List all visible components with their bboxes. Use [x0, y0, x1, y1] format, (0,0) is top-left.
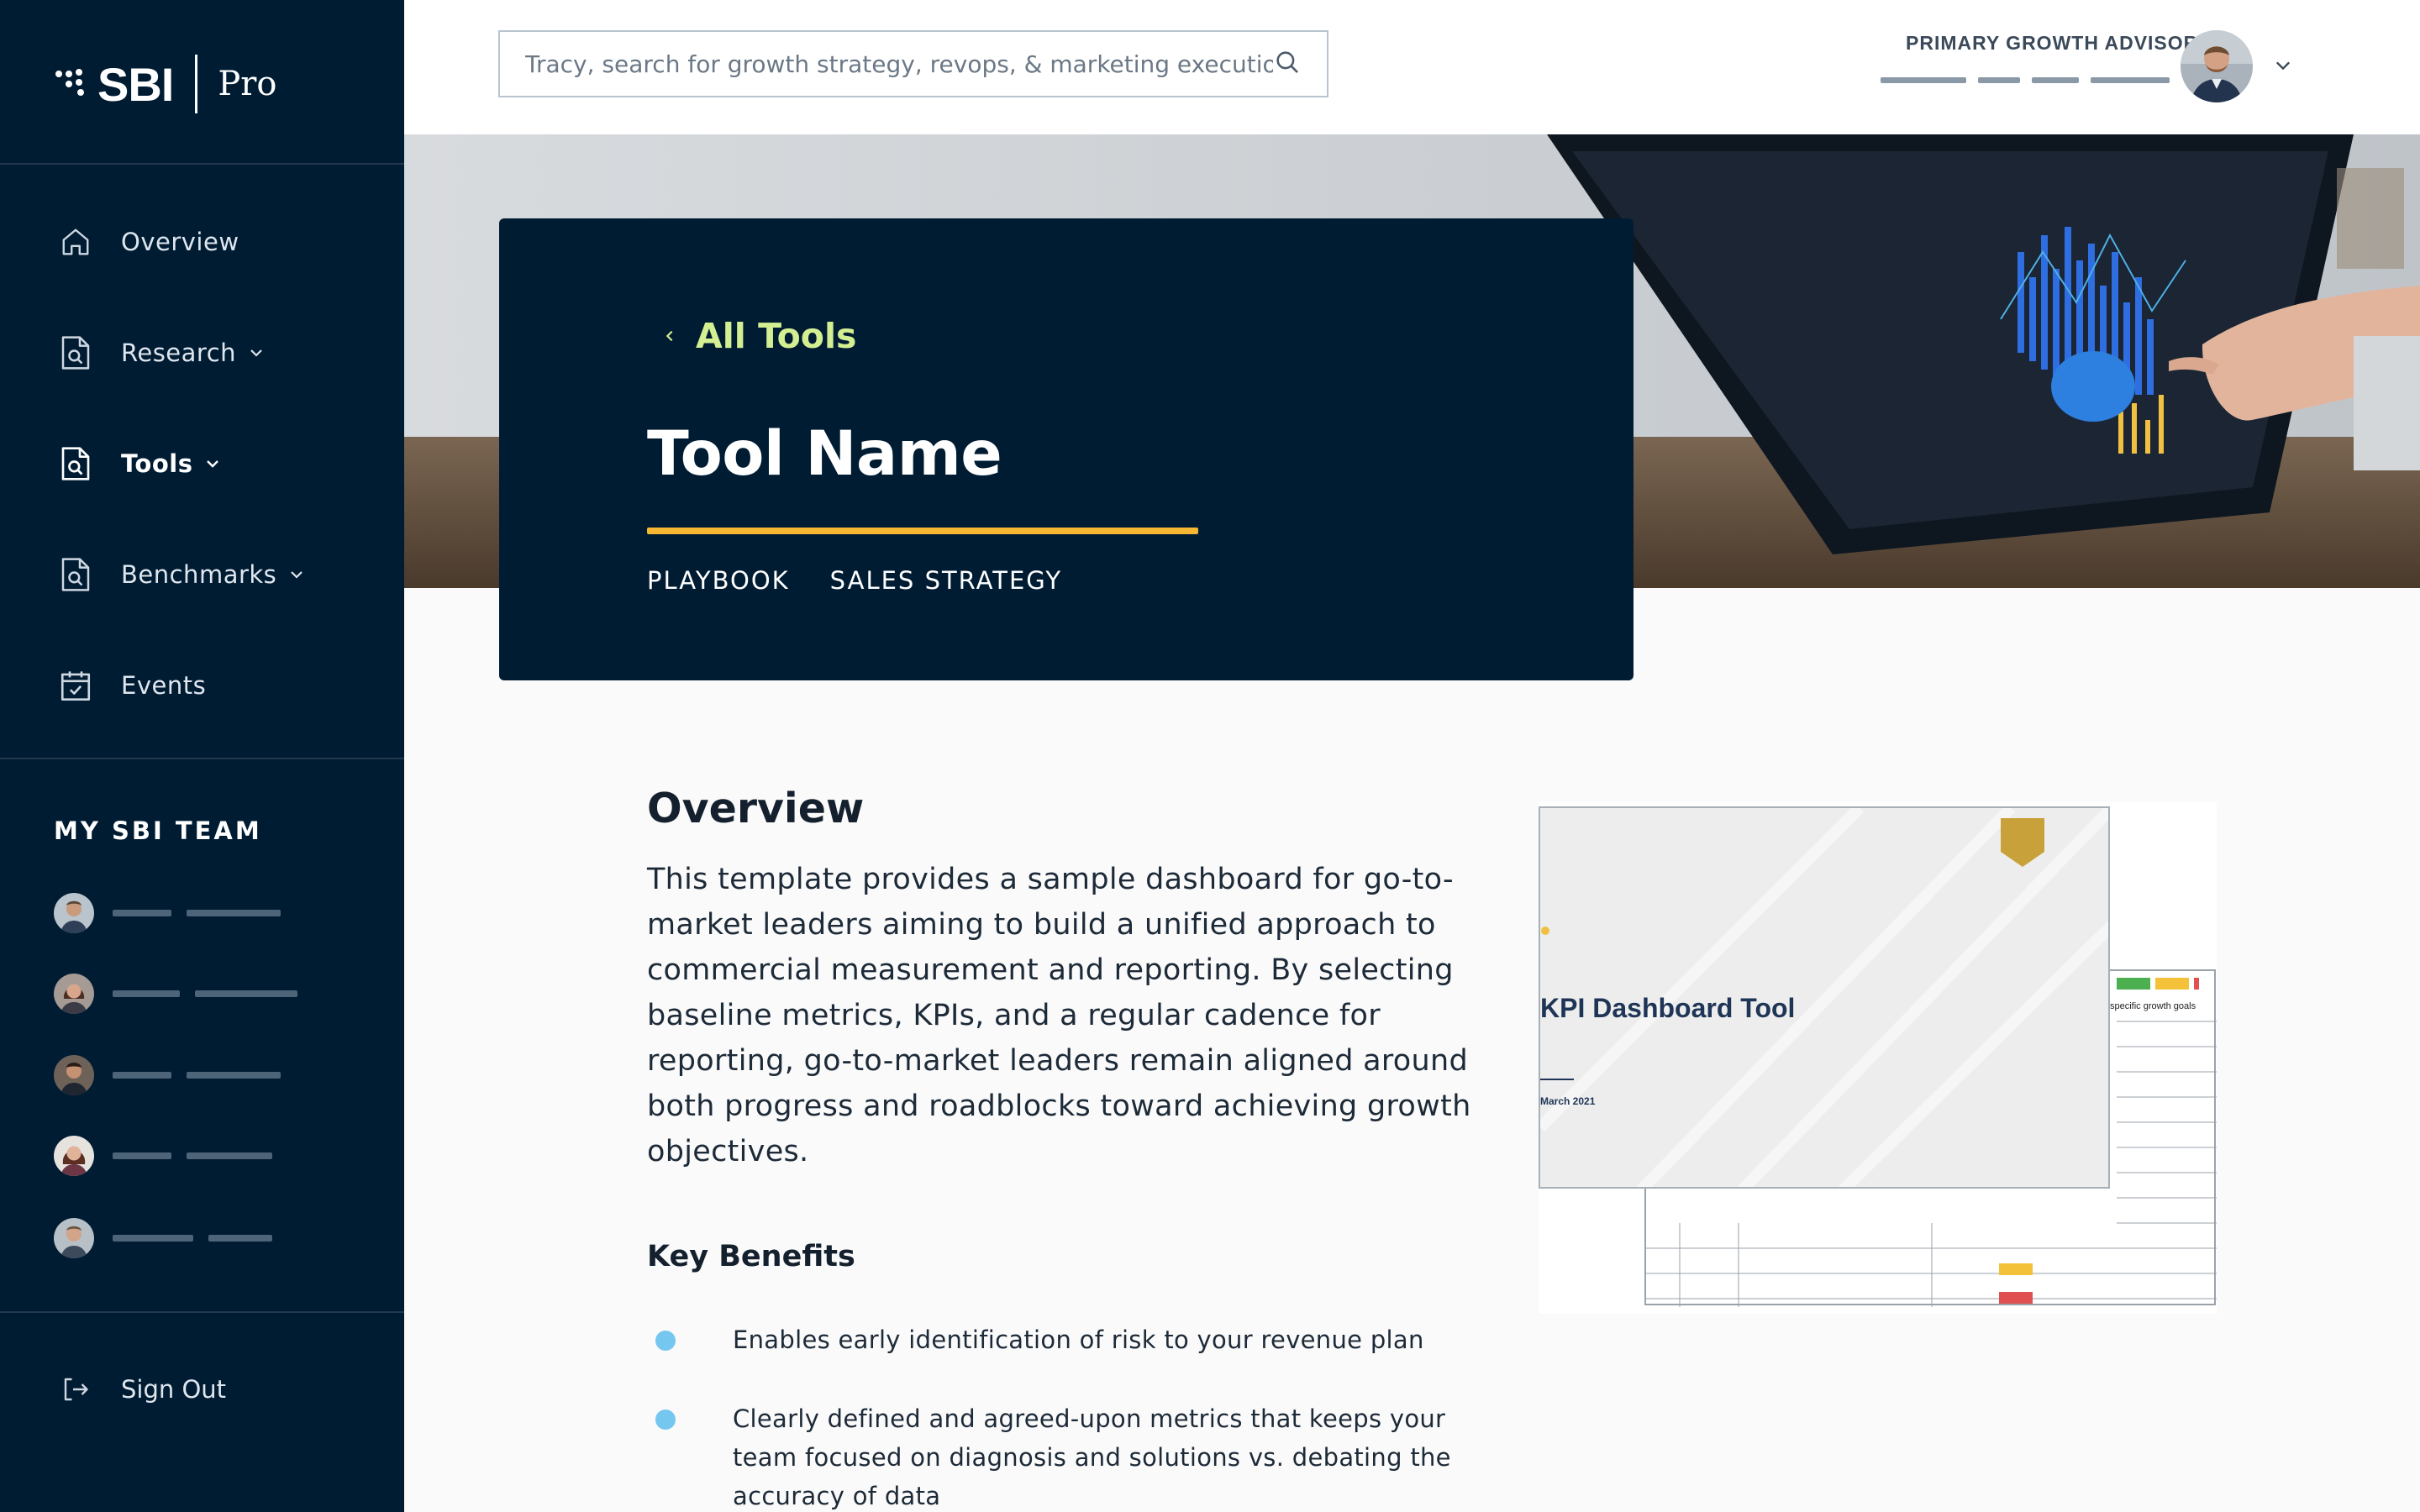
logo-text: SBI: [97, 57, 174, 111]
tool-tags: PLAYBOOK SALES STRATEGY: [647, 566, 1062, 595]
avatar: [54, 1136, 94, 1176]
sidebar: SBI Pro Overview Research Tools Benchmar…: [0, 0, 404, 1512]
benefit-text: Enables early identification of risk to …: [733, 1326, 1424, 1354]
avatar: [54, 893, 94, 933]
team-member-name-placeholder: [113, 910, 171, 916]
team-member-name-placeholder: [113, 1152, 171, 1159]
top-bar: PRIMARY GROWTH ADVISOR: [404, 0, 2420, 134]
preview-cover-title: KPI Dashboard Tool: [1540, 993, 1796, 1023]
team-member-name-placeholder: [113, 990, 180, 997]
sidebar-divider: [0, 1311, 404, 1313]
sidebar-item-label: Benchmarks: [121, 560, 277, 589]
sidebar-item-research[interactable]: Research: [54, 328, 268, 378]
home-icon: [54, 220, 97, 264]
bullet-icon: [655, 1331, 676, 1351]
calendar-check-icon: [54, 664, 97, 707]
team-member[interactable]: [54, 1216, 272, 1260]
search-icon[interactable]: [1273, 48, 1302, 80]
document-search-icon: [54, 331, 97, 375]
sidebar-item-overview[interactable]: Overview: [54, 217, 239, 267]
preview-sheet-caption: specific growth goals: [2110, 1001, 2196, 1011]
all-tools-label: All Tools: [696, 316, 857, 356]
chevron-down-icon[interactable]: [201, 452, 224, 475]
bullet-icon: [655, 1410, 676, 1430]
report-cover-preview: KPI Dashboard Tool March 2021: [1539, 806, 2110, 1189]
sign-out-label: Sign Out: [121, 1375, 227, 1404]
sign-out-button[interactable]: Sign Out: [54, 1364, 226, 1415]
sidebar-item-tools[interactable]: Tools: [54, 438, 224, 489]
preview-cover-date: March 2021: [1540, 1095, 1596, 1107]
logo-dots-icon: [54, 66, 91, 102]
sidebar-item-benchmarks[interactable]: Benchmarks: [54, 549, 308, 600]
all-tools-back-link[interactable]: All Tools: [657, 316, 856, 356]
sidebar-item-events[interactable]: Events: [54, 660, 206, 711]
advisor-name-placeholder: [1881, 77, 2170, 83]
sidebar-divider: [0, 163, 404, 165]
avatar: [54, 1055, 94, 1095]
search-input[interactable]: [525, 50, 1273, 78]
overview-heading: Overview: [647, 785, 865, 832]
advisor-avatar[interactable]: [2181, 30, 2253, 102]
chevron-left-icon: [657, 323, 682, 349]
team-member[interactable]: [54, 891, 281, 935]
team-member[interactable]: [54, 1053, 281, 1097]
tag-sales-strategy[interactable]: SALES STRATEGY: [830, 566, 1062, 595]
chevron-down-icon[interactable]: [245, 341, 268, 365]
logo-product: Pro: [218, 65, 277, 103]
search-box[interactable]: [498, 30, 1328, 97]
avatar: [54, 974, 94, 1014]
team-member[interactable]: [54, 972, 297, 1016]
document-search-icon: [54, 442, 97, 486]
chevron-down-icon[interactable]: [285, 563, 308, 586]
avatar: [54, 1218, 94, 1258]
team-member-name-placeholder: [113, 1235, 193, 1242]
team-member-name-placeholder: [113, 1072, 171, 1079]
benefit-item: Clearly defined and agreed-upon metrics …: [655, 1399, 1462, 1512]
team-member-role-placeholder: [208, 1235, 272, 1242]
benefit-item: Enables early identification of risk to …: [655, 1320, 1462, 1359]
sbi-pro-logo[interactable]: SBI Pro: [54, 50, 323, 118]
team-member-role-placeholder: [187, 1072, 281, 1079]
logo-divider: [195, 55, 198, 113]
team-member-role-placeholder: [187, 910, 281, 916]
sign-out-icon: [54, 1368, 97, 1411]
key-benefits-heading: Key Benefits: [647, 1240, 855, 1273]
advisor-label: PRIMARY GROWTH ADVISOR: [1906, 32, 2199, 54]
team-member[interactable]: [54, 1134, 272, 1178]
team-section-title: MY SBI TEAM: [54, 816, 262, 845]
benefit-text: Clearly defined and agreed-upon metrics …: [733, 1404, 1451, 1510]
sidebar-divider: [0, 758, 404, 759]
overview-description: This template provides a sample dashboar…: [647, 863, 1471, 1168]
sidebar-item-label: Research: [121, 339, 237, 367]
sidebar-item-label: Tools: [121, 449, 193, 478]
title-underline: [647, 528, 1198, 534]
document-search-icon: [54, 553, 97, 596]
sidebar-item-label: Overview: [121, 228, 239, 256]
chevron-down-icon[interactable]: [2268, 50, 2298, 81]
tag-playbook[interactable]: PLAYBOOK: [647, 566, 790, 595]
team-member-role-placeholder: [187, 1152, 272, 1159]
tool-preview-image[interactable]: KPI Dashboard Tool March 2021 specific g…: [1539, 801, 2217, 1314]
team-member-role-placeholder: [195, 990, 297, 997]
page-title: Tool Name: [647, 418, 1002, 490]
sidebar-item-label: Events: [121, 671, 207, 700]
